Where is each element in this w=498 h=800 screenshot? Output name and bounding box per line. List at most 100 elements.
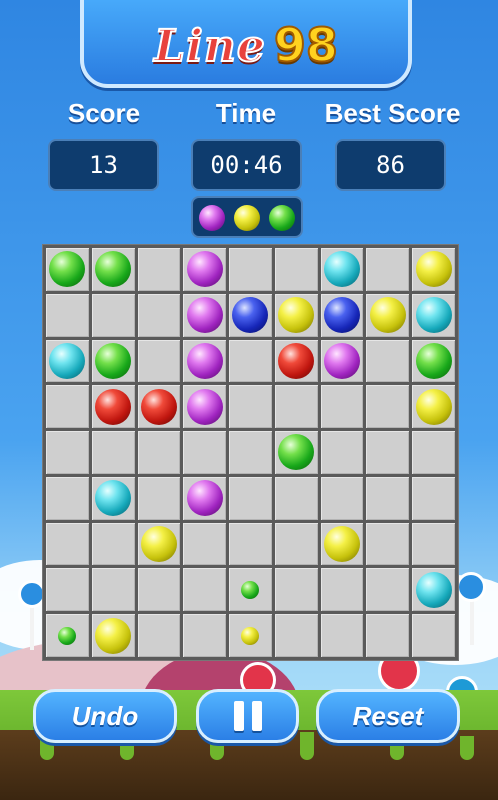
board-cell[interactable] [137, 522, 181, 566]
board-cell[interactable] [46, 568, 89, 612]
board-cell[interactable] [229, 476, 272, 520]
board-cell[interactable] [320, 248, 364, 291]
board-cell[interactable] [320, 568, 364, 612]
board-cell[interactable] [320, 522, 364, 566]
undo-button[interactable]: Undo [33, 689, 177, 743]
board-cell[interactable] [46, 339, 89, 383]
board-cell[interactable] [91, 385, 135, 429]
pause-button[interactable] [196, 689, 299, 743]
board-cell[interactable] [366, 293, 410, 337]
green-ball-small[interactable] [58, 626, 77, 645]
board-cell[interactable] [183, 248, 227, 291]
cyan-ball[interactable] [49, 342, 86, 379]
board-cell[interactable] [229, 339, 272, 383]
yellow-ball[interactable] [95, 617, 132, 654]
board-cell[interactable] [412, 339, 455, 383]
board-cell[interactable] [320, 431, 364, 474]
board-cell[interactable] [91, 614, 135, 657]
red-ball[interactable] [140, 388, 177, 425]
board-cell[interactable] [412, 522, 455, 566]
board-cell[interactable] [229, 568, 272, 612]
board-cell[interactable] [274, 248, 318, 291]
board-cell[interactable] [229, 614, 272, 657]
board-cell[interactable] [137, 248, 181, 291]
purple-ball[interactable] [324, 342, 361, 379]
board-cell[interactable] [137, 385, 181, 429]
yellow-ball[interactable] [140, 526, 177, 563]
board-cell[interactable] [412, 431, 455, 474]
board-cell[interactable] [137, 339, 181, 383]
board-cell[interactable] [366, 614, 410, 657]
board-cell[interactable] [229, 385, 272, 429]
board-cell[interactable] [137, 568, 181, 612]
cyan-ball[interactable] [324, 251, 361, 288]
green-ball[interactable] [95, 342, 132, 379]
board-cell[interactable] [91, 248, 135, 291]
blue-ball[interactable] [324, 297, 361, 334]
board-cell[interactable] [412, 476, 455, 520]
board-cell[interactable] [229, 293, 272, 337]
purple-ball[interactable] [186, 297, 223, 334]
purple-ball[interactable] [186, 480, 223, 517]
board-cell[interactable] [46, 476, 89, 520]
board-cell[interactable] [366, 568, 410, 612]
board-cell[interactable] [274, 385, 318, 429]
board-cell[interactable] [274, 339, 318, 383]
board-cell[interactable] [46, 293, 89, 337]
yellow-ball[interactable] [415, 388, 452, 425]
board-cell[interactable] [274, 476, 318, 520]
board-cell[interactable] [183, 431, 227, 474]
board-cell[interactable] [229, 431, 272, 474]
board-cell[interactable] [183, 339, 227, 383]
board-cell[interactable] [366, 339, 410, 383]
purple-ball[interactable] [186, 388, 223, 425]
board-cell[interactable] [91, 476, 135, 520]
cyan-ball[interactable] [415, 571, 452, 608]
board-cell[interactable] [91, 293, 135, 337]
board-cell[interactable] [183, 522, 227, 566]
green-ball[interactable] [415, 342, 452, 379]
reset-button[interactable]: Reset [316, 689, 460, 743]
board-cell[interactable] [46, 522, 89, 566]
board-cell[interactable] [412, 385, 455, 429]
board-cell[interactable] [320, 476, 364, 520]
purple-ball[interactable] [186, 342, 223, 379]
yellow-ball[interactable] [324, 526, 361, 563]
board-cell[interactable] [46, 614, 89, 657]
board-cell[interactable] [274, 293, 318, 337]
board-cell[interactable] [183, 614, 227, 657]
board-cell[interactable] [91, 431, 135, 474]
board-cell[interactable] [274, 614, 318, 657]
board-cell[interactable] [183, 385, 227, 429]
board-cell[interactable] [274, 522, 318, 566]
board-cell[interactable] [137, 293, 181, 337]
board-cell[interactable] [137, 476, 181, 520]
board-cell[interactable] [366, 522, 410, 566]
yellow-ball[interactable] [369, 297, 406, 334]
board-cell[interactable] [229, 522, 272, 566]
board-cell[interactable] [183, 293, 227, 337]
board-cell[interactable] [229, 248, 272, 291]
board-cell[interactable] [366, 476, 410, 520]
green-ball-small[interactable] [241, 580, 260, 599]
red-ball[interactable] [95, 388, 132, 425]
yellow-ball-small[interactable] [241, 626, 260, 645]
yellow-ball[interactable] [415, 251, 452, 288]
board-cell[interactable] [320, 339, 364, 383]
board-cell[interactable] [46, 431, 89, 474]
board-cell[interactable] [46, 248, 89, 291]
cyan-ball[interactable] [415, 297, 452, 334]
board-cell[interactable] [412, 293, 455, 337]
board-cell[interactable] [91, 522, 135, 566]
board-cell[interactable] [366, 431, 410, 474]
board-cell[interactable] [183, 568, 227, 612]
yellow-ball[interactable] [278, 297, 315, 334]
board-cell[interactable] [274, 568, 318, 612]
board-cell[interactable] [91, 339, 135, 383]
board-cell[interactable] [412, 568, 455, 612]
board-cell[interactable] [412, 614, 455, 657]
board-cell[interactable] [320, 385, 364, 429]
board-cell[interactable] [137, 614, 181, 657]
blue-ball[interactable] [232, 297, 269, 334]
board-cell[interactable] [320, 614, 364, 657]
